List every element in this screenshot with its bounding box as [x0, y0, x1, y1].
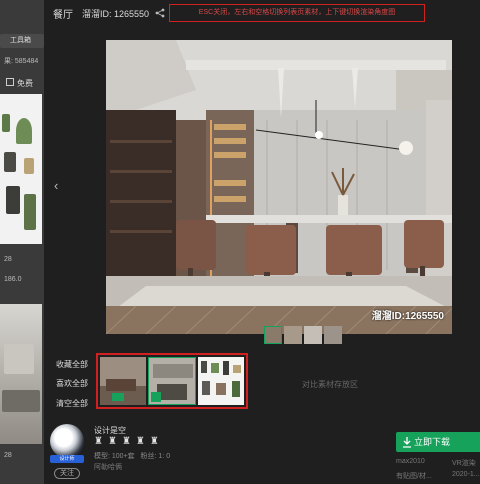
stat-c: 28 — [4, 452, 12, 459]
view-angle-thumb[interactable] — [264, 326, 282, 344]
max-version: max2010 — [396, 458, 425, 465]
view-angle-thumb[interactable] — [284, 326, 302, 344]
designer-badge: 设计师 — [50, 455, 84, 463]
designer-level: ♜ ♜ ♜ ♜ ♜ — [94, 436, 159, 447]
free-checkbox[interactable] — [6, 78, 14, 86]
clear-all-button[interactable]: 清空全部 — [56, 398, 88, 409]
main-render-image[interactable]: 溜溜ID:1265550 — [106, 40, 452, 334]
view-angle-thumb[interactable] — [304, 326, 322, 344]
renderer: VR渲染 — [452, 460, 476, 467]
crown-icon: ♜ — [94, 436, 103, 447]
page-title: 餐厅 — [53, 9, 73, 21]
prev-arrow-icon[interactable]: ‹ — [54, 178, 58, 193]
avatar[interactable] — [50, 424, 84, 458]
toolbox-tab[interactable]: 工具箱 — [0, 34, 44, 48]
download-button[interactable]: 立即下载 — [396, 432, 480, 452]
crown-icon: ♜ — [135, 436, 145, 447]
designer-location: 阿勒哈俩 — [94, 464, 122, 471]
designer-name[interactable]: 设计是空 — [94, 425, 126, 436]
download-label: 立即下载 — [414, 437, 451, 447]
collect-all-button[interactable]: 收藏全部 — [56, 359, 88, 370]
crown-icon: ♜ — [107, 436, 117, 447]
compare-item[interactable] — [148, 357, 196, 405]
follow-button[interactable]: 关注 — [54, 468, 80, 479]
texture-info: 有贴图/材... — [396, 473, 432, 480]
keyboard-hint: ESC关闭，左右和空格切换列表页素材，上下键切换渲染角度图 — [169, 4, 425, 22]
upload-date: 2020-1... — [452, 471, 480, 478]
stat-b: 186.0 — [4, 276, 22, 283]
render-id: 溜溜ID: 1265550 — [82, 8, 150, 19]
preview-modal: 餐厅 溜溜ID: 1265550 ESC关闭，左右和空格切换列表页素材，上下键切… — [44, 0, 480, 484]
view-angle-thumb[interactable] — [324, 326, 342, 344]
stat-a: 28 — [4, 256, 12, 263]
dining-room-render — [106, 40, 452, 334]
designer-stats: 模型: 100+套 粉丝: 1: 0 — [94, 451, 170, 461]
like-all-button[interactable]: 喜欢全部 — [56, 378, 88, 389]
watermark-id: 溜溜ID:1265550 — [371, 311, 444, 322]
crown-icon: ♜ — [149, 436, 159, 447]
download-icon — [403, 437, 411, 448]
model-count: 模型: 100+套 — [94, 453, 135, 460]
result-thumbnail[interactable] — [0, 304, 42, 444]
compare-tray — [96, 353, 248, 409]
background-page: 工具箱 果: 585484 免费 28 186.0 28 — [0, 0, 44, 484]
fan-count: 粉丝: 1: 0 — [140, 453, 171, 460]
result-count: 果: 585484 — [4, 58, 39, 65]
view-angle-strip — [264, 326, 342, 344]
screen: 工具箱 果: 585484 免费 28 186.0 28 餐厅 溜溜ID: 12… — [0, 0, 480, 484]
compare-item[interactable] — [100, 357, 146, 405]
share-icon[interactable] — [155, 8, 165, 18]
compare-item[interactable] — [198, 357, 244, 405]
compare-area-label: 对比素材存放区 — [302, 380, 358, 389]
result-thumbnail[interactable] — [0, 94, 42, 244]
crown-icon: ♜ — [121, 436, 131, 447]
